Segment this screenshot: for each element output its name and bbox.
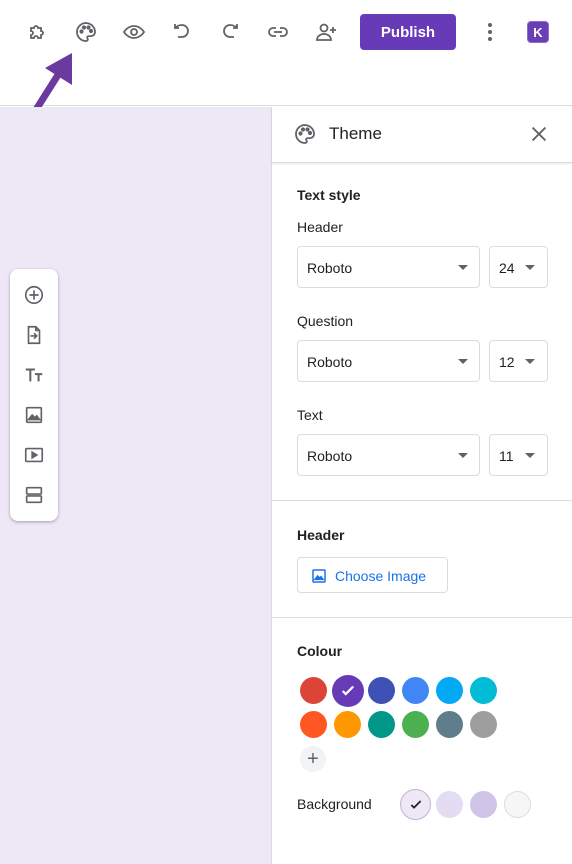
background-label: Background — [297, 796, 372, 812]
video-icon[interactable] — [22, 443, 46, 467]
palette-icon[interactable] — [70, 16, 102, 48]
chevron-down-icon — [458, 265, 468, 270]
link-icon[interactable] — [262, 16, 294, 48]
divider — [272, 500, 572, 501]
add-circle-icon[interactable] — [22, 283, 46, 307]
text-font-label: Text — [297, 407, 323, 423]
text-size-select[interactable]: 11 — [489, 434, 548, 476]
background-swatch[interactable] — [470, 791, 497, 818]
divider — [272, 617, 572, 618]
choose-image-label: Choose Image — [335, 568, 427, 584]
theme-panel-header: Theme — [272, 107, 572, 163]
choose-image-button[interactable]: Choose Image — [297, 557, 448, 593]
colour-swatch[interactable] — [300, 677, 327, 704]
question-font-label: Question — [297, 313, 354, 329]
colour-swatch[interactable] — [334, 711, 361, 738]
text-font-value: Roboto — [307, 448, 353, 464]
colour-swatch[interactable] — [368, 677, 395, 704]
colour-swatch[interactable] — [300, 711, 327, 738]
colour-swatch[interactable] — [470, 677, 497, 704]
undo-icon[interactable] — [166, 16, 198, 48]
colour-swatch[interactable] — [436, 677, 463, 704]
theme-panel: Theme Text style Header Roboto 24 Questi… — [271, 107, 572, 864]
question-size-select[interactable]: 12 — [489, 340, 548, 382]
avatar[interactable]: K — [528, 22, 548, 42]
header-size-value: 24 — [499, 260, 515, 276]
palette-icon — [295, 124, 315, 144]
text-font-select[interactable]: Roboto — [297, 434, 480, 476]
chevron-down-icon — [458, 453, 468, 458]
page: Publish K Theme Text style Header Roboto… — [0, 0, 572, 864]
eye-icon[interactable] — [118, 16, 150, 48]
header-font-select[interactable]: Roboto — [297, 246, 480, 288]
check-icon — [401, 790, 430, 819]
question-font-value: Roboto — [307, 354, 353, 370]
chevron-down-icon — [525, 265, 535, 270]
colour-swatch[interactable] — [402, 677, 429, 704]
more-vert-icon[interactable] — [474, 16, 506, 48]
question-font-select[interactable]: Roboto — [297, 340, 480, 382]
background-swatch[interactable] — [436, 791, 463, 818]
top-toolbar: Publish K — [0, 0, 572, 106]
header-size-select[interactable]: 24 — [489, 246, 548, 288]
image-icon[interactable] — [22, 403, 46, 427]
background-swatch[interactable] — [400, 789, 431, 820]
title-icon[interactable] — [22, 363, 46, 387]
chevron-down-icon — [525, 359, 535, 364]
add-person-icon[interactable] — [310, 16, 342, 48]
floating-toolbar — [10, 269, 58, 521]
question-size-value: 12 — [499, 354, 515, 370]
text-size-value: 11 — [499, 448, 514, 464]
header-font-value: Roboto — [307, 260, 353, 276]
close-icon[interactable] — [527, 122, 551, 146]
chevron-down-icon — [525, 453, 535, 458]
colour-swatch[interactable] — [368, 711, 395, 738]
colour-swatch[interactable] — [331, 674, 364, 707]
background-swatch[interactable] — [504, 791, 531, 818]
chevron-down-icon — [458, 359, 468, 364]
import-icon[interactable] — [22, 323, 46, 347]
panel-title: Theme — [329, 124, 382, 143]
image-icon — [312, 569, 326, 583]
redo-icon[interactable] — [214, 16, 246, 48]
section-icon[interactable] — [22, 483, 46, 507]
colour-swatch[interactable] — [402, 711, 429, 738]
puzzle-icon[interactable] — [22, 16, 54, 48]
header-font-label: Header — [297, 219, 343, 235]
text-style-title: Text style — [297, 187, 361, 203]
colour-swatch[interactable] — [470, 711, 497, 738]
header-section-title: Header — [297, 527, 345, 543]
add-colour-button[interactable]: + — [300, 746, 326, 772]
check-icon — [332, 675, 364, 707]
colour-swatch[interactable] — [436, 711, 463, 738]
colour-section-title: Colour — [297, 643, 343, 659]
publish-button[interactable]: Publish — [360, 14, 456, 50]
